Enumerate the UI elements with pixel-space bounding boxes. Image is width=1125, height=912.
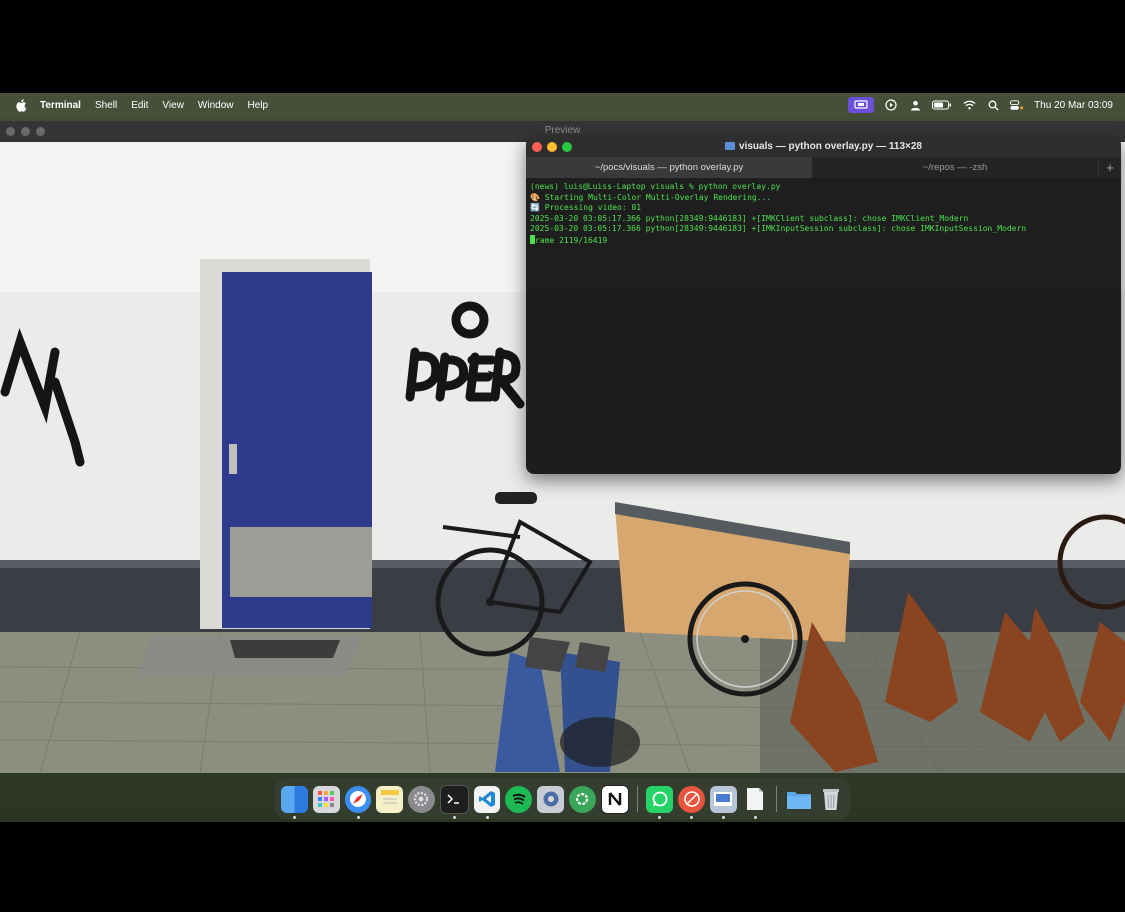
battery-icon[interactable] <box>932 99 952 111</box>
folder-icon <box>725 142 736 150</box>
trash-icon[interactable] <box>817 786 844 813</box>
menu-shell[interactable]: Shell <box>95 100 117 111</box>
menu-app-name[interactable]: Terminal <box>40 100 81 111</box>
screen-mirroring-icon[interactable] <box>848 97 875 113</box>
dock-separator <box>637 786 639 812</box>
finder-icon[interactable] <box>281 785 308 819</box>
terminal-app-icon[interactable] <box>439 784 469 819</box>
spotify-icon[interactable] <box>505 785 533 813</box>
terminal-window[interactable]: visuals — python overlay.py — 113×28 ~/p… <box>526 137 1121 474</box>
terminal-line: (news) luis@Luiss-Laptop visuals % pytho… <box>530 182 781 191</box>
control-center-icon[interactable] <box>1010 99 1024 111</box>
notes-icon[interactable] <box>376 785 404 813</box>
terminal-titlebar[interactable]: visuals — python overlay.py — 113×28 <box>526 137 1121 157</box>
terminal-line: 🎨 Starting Multi-Color Multi-Overlay Ren… <box>530 192 772 202</box>
search-icon[interactable] <box>986 99 1000 111</box>
menu-window[interactable]: Window <box>198 100 234 111</box>
preview-app-icon[interactable] <box>709 785 737 819</box>
terminal-line: 2025-03-20 03:05:17.366 python[28349:944… <box>530 213 969 223</box>
whatsapp-icon[interactable] <box>646 785 674 819</box>
tab-repos[interactable]: ~/repos — -zsh <box>812 157 1098 178</box>
terminal-title: visuals — python overlay.py — 113×28 <box>739 141 922 152</box>
play-icon[interactable] <box>884 99 898 111</box>
user-icon[interactable] <box>908 99 922 111</box>
chatgpt-icon[interactable] <box>568 785 596 813</box>
digital-color-meter-icon[interactable] <box>678 785 705 819</box>
menu-view[interactable]: View <box>162 100 184 111</box>
tab-overlay[interactable]: ~/pocs/visuals — python overlay.py <box>526 157 812 178</box>
menu-help[interactable]: Help <box>248 100 269 111</box>
dock <box>275 779 850 819</box>
terminal-line: 🔄 Processing video: 01 <box>530 203 642 213</box>
terminal-progress-line: rame 2119/16419 <box>530 234 1117 247</box>
terminal-output[interactable]: (news) luis@Luiss-Laptop visuals % pytho… <box>526 178 1121 251</box>
wifi-icon[interactable] <box>962 99 976 111</box>
new-tab-button[interactable]: + <box>1098 157 1121 178</box>
disk-utility-icon[interactable] <box>537 785 564 813</box>
terminal-tab-bar: ~/pocs/visuals — python overlay.py ~/rep… <box>526 157 1121 178</box>
preview-title: Preview <box>544 125 581 136</box>
menu-edit[interactable]: Edit <box>131 100 148 111</box>
system-settings-icon[interactable] <box>408 785 435 813</box>
vscode-icon[interactable] <box>473 785 501 819</box>
safari-icon[interactable] <box>344 785 372 819</box>
dock-separator <box>776 786 778 812</box>
menu-bar: Terminal Shell Edit View Window Help Thu… <box>0 93 1125 117</box>
apple-menu-icon[interactable] <box>14 98 28 112</box>
terminal-line: 2025-03-20 03:05:17.366 python[28349:944… <box>530 224 1027 234</box>
downloads-folder-icon[interactable] <box>785 786 812 813</box>
menubar-clock[interactable]: Thu 20 Mar 03:09 <box>1034 100 1113 111</box>
frame-counter: rame 2119/16419 <box>535 235 608 245</box>
launchpad-icon[interactable] <box>312 785 340 813</box>
textedit-icon[interactable] <box>742 786 769 819</box>
notion-icon[interactable] <box>600 784 630 814</box>
desktop: Terminal Shell Edit View Window Help Thu… <box>0 93 1125 822</box>
